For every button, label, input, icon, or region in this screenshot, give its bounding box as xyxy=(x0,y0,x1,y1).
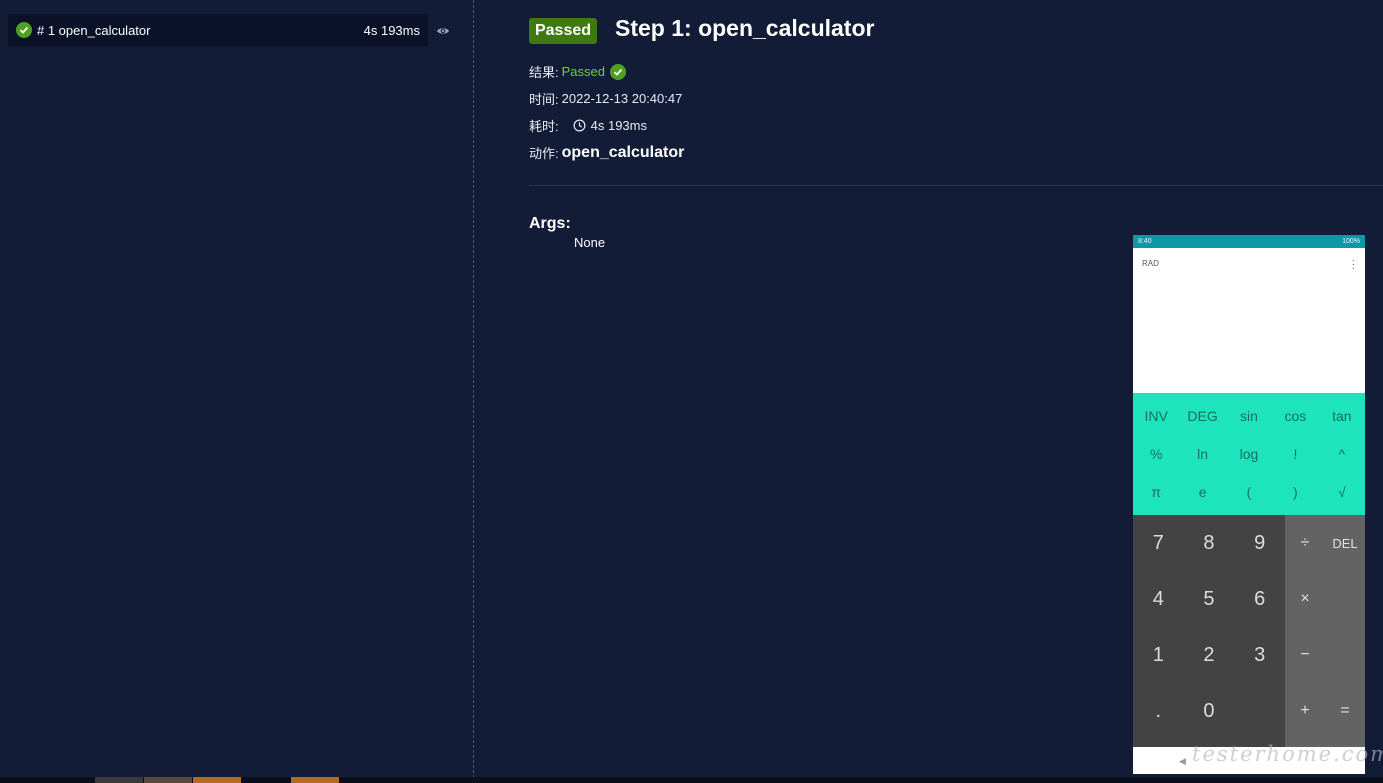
sci-key: √ xyxy=(1337,484,1346,500)
op-key: − xyxy=(1300,646,1310,663)
scientific-keypad: INV DEG sin cos tan % ln log ! ^ π e ( )… xyxy=(1133,393,1365,515)
clock-icon xyxy=(573,119,586,132)
numeric-keypad: 7 8 9 4 5 6 1 2 3 . 0 ÷ DEL × − + = xyxy=(1133,515,1365,747)
num-key: 9 xyxy=(1254,531,1266,554)
sci-key: ln xyxy=(1197,446,1209,462)
num-key: 3 xyxy=(1254,643,1266,666)
result-value: Passed xyxy=(561,64,605,79)
sci-key: % xyxy=(1149,446,1163,462)
sci-key: e xyxy=(1198,484,1207,500)
result-row: 结果: Passed xyxy=(529,62,626,81)
phone-status-bar: 8:40 100% xyxy=(1133,235,1365,248)
sci-key: cos xyxy=(1284,408,1307,424)
sci-key: ( xyxy=(1246,484,1252,500)
check-icon xyxy=(610,63,626,80)
back-icon: ◀ xyxy=(1179,756,1186,766)
args-heading: Args: xyxy=(529,215,571,232)
action-row: 动作: open_calculator xyxy=(529,143,684,162)
num-key: 2 xyxy=(1203,643,1215,666)
op-key: × xyxy=(1300,590,1310,607)
sci-key: INV xyxy=(1144,408,1168,424)
num-key: 6 xyxy=(1254,587,1266,610)
status-badge: Passed xyxy=(529,18,597,44)
num-key: 7 xyxy=(1152,531,1164,554)
duration-value: 4s 193ms xyxy=(590,118,647,133)
result-label: 结果: xyxy=(529,65,559,80)
num-key: 4 xyxy=(1152,587,1164,610)
sci-key: ! xyxy=(1293,446,1298,462)
num-key: 5 xyxy=(1203,587,1215,610)
duration-label: 耗时: xyxy=(529,119,559,134)
args-value: None xyxy=(574,235,606,250)
action-value: open_calculator xyxy=(561,143,685,161)
device-screenshot[interactable]: 8:40 100% RAD · · · INV DEG sin cos tan % … xyxy=(1133,235,1365,774)
eye-icon[interactable] xyxy=(436,24,450,38)
sci-key: π xyxy=(1151,484,1162,500)
sci-key: sin xyxy=(1240,408,1258,424)
watermark: testerhome.com xyxy=(1192,742,1383,766)
sci-key: tan xyxy=(1332,408,1352,424)
op-key: ÷ xyxy=(1300,534,1310,551)
angle-mode-label: RAD xyxy=(1142,259,1159,268)
num-key xyxy=(1234,683,1285,739)
action-label: 动作: xyxy=(529,146,559,161)
overflow-menu-icon: · · · xyxy=(1351,255,1355,274)
time-row: 时间: 2022-12-13 20:40:47 xyxy=(529,89,682,108)
num-key: 8 xyxy=(1203,531,1215,554)
step-list-item[interactable]: # 1 open_calculator 4s 193ms xyxy=(8,14,428,46)
op-key: = xyxy=(1340,702,1350,719)
op-key xyxy=(1325,627,1365,683)
bottom-strip xyxy=(0,777,1383,783)
divider xyxy=(529,185,1383,186)
time-label: 时间: xyxy=(529,92,559,107)
duration-row: 耗时: 4s 193ms xyxy=(529,116,647,135)
step-duration: 4s 193ms xyxy=(363,22,420,38)
sci-key: ) xyxy=(1293,484,1298,500)
phone-battery: 100% xyxy=(1342,238,1360,245)
num-key: . xyxy=(1155,699,1162,722)
op-key xyxy=(1325,571,1365,627)
sci-key: ^ xyxy=(1338,446,1346,462)
step-label: # 1 open_calculator xyxy=(37,22,151,38)
num-key: 1 xyxy=(1152,643,1164,666)
sci-key: DEG xyxy=(1187,408,1218,424)
calculator-display: RAD · · · xyxy=(1133,248,1365,393)
step-list-panel: # 1 open_calculator 4s 193ms xyxy=(0,0,474,783)
op-key: DEL xyxy=(1332,535,1358,551)
phone-status-time: 8:40 xyxy=(1138,238,1152,245)
check-icon xyxy=(16,22,32,38)
op-key: + xyxy=(1300,702,1310,719)
sci-key: log xyxy=(1239,446,1259,462)
time-value: 2022-12-13 20:40:47 xyxy=(561,91,683,106)
page-title: Step 1: open_calculator xyxy=(615,15,875,41)
num-key: 0 xyxy=(1203,699,1215,722)
